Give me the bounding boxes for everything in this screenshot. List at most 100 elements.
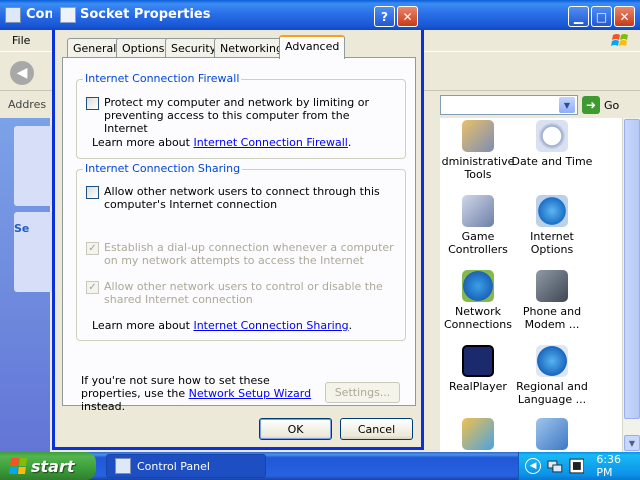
cp-item-date-time[interactable]: Date and Time	[508, 120, 596, 168]
allow-control-label: Allow other network users to control or …	[104, 280, 383, 306]
help-button[interactable]: ?	[374, 6, 395, 27]
cp-item-label: Regional and Language ...	[516, 380, 588, 406]
network-connections-icon	[462, 270, 494, 302]
volume-tray-icon[interactable]	[569, 458, 585, 474]
learn-more-prefix: Learn more about	[92, 319, 194, 332]
scroll-down-button[interactable]: ▼	[624, 435, 640, 451]
scroll-thumb[interactable]	[624, 119, 640, 419]
go-label: Go	[604, 98, 620, 112]
help-text-suffix: instead.	[81, 400, 126, 413]
game-controllers-icon	[462, 195, 494, 227]
maximize-button[interactable]: □	[591, 6, 612, 27]
close-icon: ✕	[619, 9, 630, 24]
maximize-icon: □	[595, 9, 608, 24]
cancel-button[interactable]: Cancel	[340, 418, 413, 440]
phone-modem-icon	[536, 270, 568, 302]
chevron-left-icon[interactable]: ◀	[525, 458, 541, 474]
cp-item-label: Game Controllers	[448, 230, 508, 256]
scrollbar[interactable]: ▼	[622, 118, 640, 452]
firewall-checkbox-row[interactable]: Protect my computer and network by limit…	[86, 96, 394, 135]
firewall-checkbox[interactable]	[86, 97, 99, 110]
chevron-down-icon[interactable]: ▼	[559, 97, 575, 113]
tab-advanced[interactable]: Advanced	[279, 35, 346, 59]
allow-control-checkbox: ✓	[86, 281, 99, 294]
cp-item-regional-language[interactable]: Regional and Language ...	[508, 345, 596, 406]
address-label: Addres	[8, 98, 47, 111]
tab-options[interactable]: Options	[116, 38, 171, 58]
go-arrow-icon: ➜	[582, 96, 600, 114]
realplayer-icon	[462, 345, 494, 377]
network-setup-wizard-link[interactable]: Network Setup Wizard	[189, 387, 311, 400]
minimize-button[interactable]: ▁	[568, 6, 589, 27]
cp-item-label: Network Connections	[444, 305, 512, 331]
allow-control-row: ✓ Allow other network users to control o…	[86, 280, 394, 306]
control-panel-icon	[115, 458, 131, 474]
sharing-help-link[interactable]: Internet Connection Sharing	[193, 319, 348, 332]
security-center-icon	[536, 418, 568, 450]
establish-dialup-checkbox: ✓	[86, 242, 99, 255]
learn-more-suffix: .	[347, 136, 352, 149]
sharing-group-title: Internet Connection Sharing	[83, 162, 243, 175]
allow-connect-label: Allow other network users to connect thr…	[104, 185, 380, 211]
help-icon: ?	[381, 9, 388, 24]
users-icon	[462, 418, 494, 450]
internet-options-icon	[536, 195, 568, 227]
advanced-tab-panel: Internet Connection Firewall Protect my …	[62, 57, 416, 413]
task-pane: Se	[0, 118, 54, 452]
taskbar: start Control Panel ◀ 6:36 PM	[0, 452, 640, 480]
firewall-help-link[interactable]: Internet Connection Firewall	[193, 136, 347, 149]
cp-item-phone-modem[interactable]: Phone and Modem ...	[508, 270, 596, 331]
cp-item-label: Date and Time	[511, 155, 593, 168]
cp-item-internet-options[interactable]: Internet Options	[508, 195, 596, 256]
cp-item-partial[interactable]	[508, 418, 596, 453]
ok-button[interactable]: OK	[259, 418, 332, 440]
back-arrow-icon: ◀	[16, 65, 28, 81]
sharing-learn-more: Learn more about Internet Connection Sha…	[92, 319, 352, 332]
address-field[interactable]: ▼	[440, 95, 578, 115]
tab-general[interactable]: General	[67, 38, 123, 58]
windows-flag-icon	[8, 458, 28, 474]
firewall-groupbox: Internet Connection Firewall Protect my …	[76, 72, 406, 159]
cp-item-label: RealPlayer	[449, 380, 507, 393]
date-time-icon	[536, 120, 568, 152]
network-tray-icon[interactable]	[547, 458, 563, 474]
task-pane-box	[14, 126, 54, 206]
settings-button: Settings...	[325, 382, 400, 403]
allow-connect-checkbox[interactable]	[86, 186, 99, 199]
check-mark-icon: ✓	[88, 243, 97, 254]
back-button[interactable]: ◀	[10, 61, 34, 85]
establish-dialup-row: ✓ Establish a dial-up connection wheneve…	[86, 241, 394, 267]
cp-item-label: dministrative Tools	[441, 155, 515, 181]
minimize-icon: ▁	[573, 9, 584, 24]
cp-item-label: Phone and Modem ...	[522, 305, 582, 331]
tab-networking[interactable]: Networking	[214, 38, 289, 58]
cp-close-button[interactable]: ✕	[614, 6, 635, 27]
regional-language-icon	[536, 345, 568, 377]
network-icon	[60, 7, 76, 23]
dialog-title: Socket Properties	[80, 7, 211, 22]
establish-dialup-label: Establish a dial-up connection whenever …	[104, 241, 394, 267]
socket-properties-dialog: Socket Properties ? ✕ General Options Se…	[52, 0, 424, 450]
allow-connect-row[interactable]: Allow other network users to connect thr…	[86, 185, 394, 211]
control-panel-icon	[5, 7, 21, 23]
firewall-learn-more: Learn more about Internet Connection Fir…	[92, 136, 351, 149]
dialog-titlebar[interactable]: Socket Properties ? ✕	[52, 0, 424, 30]
go-button[interactable]: ➜ Go	[582, 95, 636, 115]
start-label: start	[31, 456, 75, 476]
cp-item-label: Internet Options	[530, 230, 574, 256]
setup-help-text: If you're not sure how to set these prop…	[81, 374, 321, 413]
control-panel-title: Con	[26, 7, 54, 22]
dialog-close-button[interactable]: ✕	[397, 6, 418, 27]
taskbar-item-label: Control Panel	[137, 459, 210, 473]
windows-logo-icon	[611, 34, 628, 46]
firewall-checkbox-label: Protect my computer and network by limit…	[104, 96, 369, 135]
taskbar-item-control-panel[interactable]: Control Panel	[106, 454, 266, 478]
sharing-groupbox: Internet Connection Sharing Allow other …	[76, 162, 406, 341]
system-tray: ◀ 6:36 PM	[518, 452, 640, 480]
learn-more-suffix: .	[348, 319, 353, 332]
close-icon: ✕	[402, 9, 413, 24]
clock[interactable]: 6:36 PM	[596, 453, 640, 479]
menu-file[interactable]: File	[12, 34, 30, 47]
task-pane-heading: Se	[14, 222, 30, 235]
start-button[interactable]: start	[0, 452, 96, 480]
